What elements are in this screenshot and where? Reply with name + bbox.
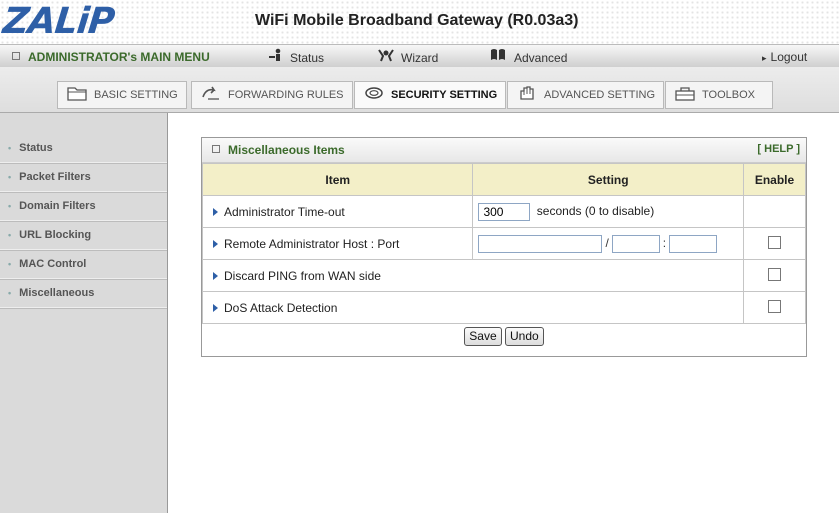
wizard-icon (377, 45, 395, 69)
main-tabs: BASIC SETTING FORWARDING RULES SECURITY … (0, 67, 839, 113)
admin-timeout-input[interactable] (478, 202, 531, 221)
sidebar-item-label: URL Blocking (19, 229, 92, 241)
button-row: Save Undo (202, 318, 806, 356)
sidebar-item-mac-control[interactable]: • MAC Control (0, 250, 167, 279)
dos-detection-checkbox[interactable] (768, 299, 782, 313)
bullet-icon: • (8, 201, 12, 211)
arrow-right-icon (213, 207, 218, 216)
forward-arrow-icon (200, 85, 222, 101)
sidebar-item-miscellaneous[interactable]: • Miscellaneous (0, 279, 167, 308)
sidebar-item-label: Packet Filters (19, 171, 91, 183)
sidebar-item-label: Miscellaneous (19, 287, 95, 299)
tab-forwarding-rules-label: FORWARDING RULES (228, 89, 344, 101)
row-setting-cell: seconds (0 to disable) (472, 195, 745, 228)
status-link[interactable]: Status (268, 45, 324, 67)
colon-separator: : (662, 235, 667, 250)
panel-header: Miscellaneous Items [ HELP ] (202, 138, 806, 163)
tab-basic-setting[interactable]: BASIC SETTING (57, 81, 187, 109)
sidebar-item-domain-filters[interactable]: • Domain Filters (0, 192, 167, 221)
tab-forwarding-rules[interactable]: FORWARDING RULES (191, 81, 353, 109)
row-item-label: Remote Administrator Host : Port (224, 236, 400, 251)
settings-table: Item Setting Enable Administrator Time-o… (201, 163, 806, 324)
undo-button[interactable]: Undo (505, 327, 544, 346)
advanced-link[interactable]: Advanced (490, 45, 567, 67)
row-item-cell: Administrator Time-out (201, 195, 474, 228)
discard-ping-checkbox[interactable] (768, 267, 782, 281)
tab-basic-setting-label: BASIC SETTING (94, 89, 178, 101)
logout-label: Logout (770, 50, 808, 64)
help-link[interactable]: [ HELP ] (757, 143, 800, 155)
sidebar-item-url-blocking[interactable]: • URL Blocking (0, 221, 167, 250)
sidebar-item-label: MAC Control (19, 258, 87, 270)
table-row: Remote Administrator Host : Port /: (201, 227, 806, 260)
row-enable-cell (743, 227, 806, 260)
bullet-icon: • (8, 259, 12, 269)
logout-link[interactable]: ▸ Logout (762, 45, 807, 67)
row-item-label: DoS Attack Detection (224, 300, 338, 315)
sidebar-item-label: Domain Filters (19, 200, 96, 212)
tab-security-setting-label: SECURITY SETTING (391, 89, 498, 101)
table-header-row: Item Setting Enable (201, 163, 806, 196)
row-enable-cell (743, 259, 806, 292)
table-row: Discard PING from WAN side (201, 259, 806, 292)
arrow-right-icon (213, 271, 218, 280)
admin-main-menu-link[interactable]: ADMINISTRATOR's MAIN MENU (12, 45, 210, 67)
column-header-item: Item (201, 163, 474, 196)
chevron-right-icon: ▸ (762, 53, 767, 63)
sidebar-item-status[interactable]: • Status (0, 134, 167, 163)
row-item-label: Discard PING from WAN side (224, 268, 381, 283)
square-bullet-icon (212, 145, 220, 153)
advanced-label: Advanced (514, 51, 568, 65)
admin-main-menu-label: ADMINISTRATOR's MAIN MENU (28, 50, 210, 64)
remote-port-input[interactable] (669, 234, 718, 253)
square-bullet-icon (12, 52, 20, 60)
tab-security-setting[interactable]: SECURITY SETTING (354, 81, 507, 109)
tab-toolbox-label: TOOLBOX (702, 89, 755, 101)
column-header-enable: Enable (743, 163, 806, 196)
remote-mask-input[interactable] (611, 234, 660, 253)
timeout-hint: seconds (0 to disable) (536, 203, 655, 218)
bullet-icon: • (8, 230, 12, 240)
sidebar-item-label: Status (19, 142, 53, 154)
top-nav: ADMINISTRATOR's MAIN MENU Status Wizard … (0, 44, 839, 68)
hand-icon (516, 85, 538, 101)
arrow-right-icon (213, 239, 218, 248)
misc-items-panel: Miscellaneous Items [ HELP ] Item Settin… (201, 137, 807, 357)
row-item-cell: Remote Administrator Host : Port (201, 227, 474, 260)
table-row: Administrator Time-out seconds (0 to dis… (201, 195, 806, 228)
row-item-cell: Discard PING from WAN side (201, 259, 745, 292)
row-enable-cell (743, 195, 806, 228)
slash-separator: / (605, 235, 609, 250)
tab-toolbox[interactable]: TOOLBOX (665, 81, 773, 109)
toolbox-icon (674, 85, 696, 101)
column-header-setting: Setting (472, 163, 745, 196)
sidebar: • Status • Packet Filters • Domain Filters … (0, 113, 168, 513)
row-item-label: Administrator Time-out (224, 204, 345, 219)
remote-admin-enable-checkbox[interactable] (768, 235, 782, 249)
panel-title: Miscellaneous Items (212, 143, 345, 157)
panel-title-label: Miscellaneous Items (228, 143, 345, 157)
brand-logo: ZALiP (0, 1, 116, 42)
header: ZALiP WiFi Mobile Broadband Gateway (R0.… (0, 0, 839, 44)
wizard-label: Wizard (401, 51, 439, 65)
folder-icon (66, 85, 88, 101)
page-title: WiFi Mobile Broadband Gateway (R0.03a3) (255, 12, 579, 29)
person-icon (268, 45, 284, 69)
sidebar-item-packet-filters[interactable]: • Packet Filters (0, 163, 167, 192)
advanced-icon (490, 45, 508, 69)
tab-advanced-setting-label: ADVANCED SETTING (544, 89, 656, 101)
bullet-icon: • (8, 288, 12, 298)
bullet-icon: • (8, 143, 12, 153)
shield-icon (363, 85, 385, 101)
remote-host-input[interactable] (478, 234, 603, 253)
wizard-link[interactable]: Wizard (377, 45, 438, 67)
bullet-icon: • (8, 172, 12, 182)
status-label: Status (290, 51, 325, 65)
tab-advanced-setting[interactable]: ADVANCED SETTING (507, 81, 665, 109)
arrow-right-icon (213, 303, 218, 312)
row-setting-cell: /: (472, 227, 745, 260)
save-button[interactable]: Save (464, 327, 502, 346)
